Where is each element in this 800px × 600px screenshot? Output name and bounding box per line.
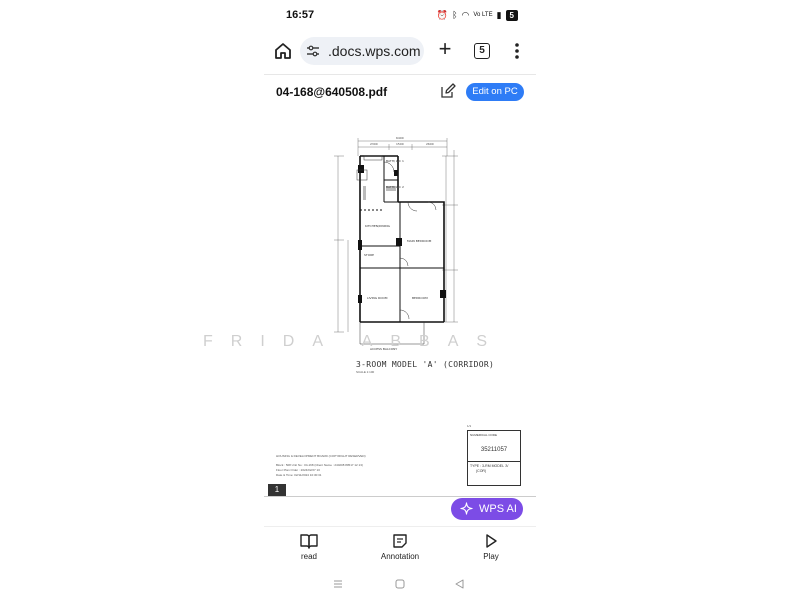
status-bar: 16:57 ⏰ ᛒ ◠ Vo LTE ▮ 5 — [264, 0, 536, 30]
dim-overall: 6400 — [396, 136, 404, 140]
book-icon — [300, 534, 318, 549]
title-block-label: NUMERICAL CODE — [470, 433, 498, 437]
network-type: Vo LTE — [473, 12, 493, 18]
read-label: read — [300, 552, 317, 561]
read-button[interactable]: read — [274, 533, 344, 561]
room-bedroom: BEDROOM — [412, 296, 428, 300]
footer-line: Date & Time: 02/11/2024 10:30:31 — [276, 473, 322, 477]
wifi-icon: ◠ — [461, 10, 470, 20]
back-icon[interactable] — [453, 577, 467, 591]
edit-on-pc-button[interactable]: Edit on PC — [466, 83, 524, 101]
annotation-label: Annotation — [380, 552, 420, 561]
document-header: 04-168@640508.pdf Edit on PC — [264, 74, 536, 109]
alarm-icon: ⏰ — [436, 10, 449, 20]
footer-metadata: HOUSING & DEVELOPMENT BOARD (COPYRIGHT R… — [276, 454, 446, 478]
room-kitchen: KITCHEN/DINING — [365, 224, 391, 228]
status-icons: ⏰ ᛒ ◠ Vo LTE ▮ 5 — [437, 9, 518, 21]
browser-toolbar: .docs.wps.com + 5 — [264, 34, 536, 68]
page-number-badge: 1 — [268, 484, 286, 496]
home-nav-icon[interactable] — [393, 577, 407, 591]
page-divider — [264, 496, 536, 497]
play-button[interactable]: Play — [456, 533, 526, 561]
title-block: NUMERICAL CODE 35211057 TYPE : 3-RM MODE… — [467, 430, 521, 486]
system-nav-bar — [264, 568, 536, 600]
wps-ai-label: WPS AI — [479, 503, 517, 515]
tab-switcher-button[interactable]: 5 — [474, 43, 490, 59]
floor-plan-caption: 3-ROOM MODEL 'A' (CORRIDOR) — [356, 360, 495, 369]
signal-icon: ▮ — [496, 10, 502, 20]
document-viewer[interactable]: 6400 2300 1500 2600 BATH/ WC 1 BATH/ WC … — [264, 110, 536, 526]
annotation-button[interactable]: Annotation — [365, 533, 435, 561]
room-store: STORE — [364, 253, 374, 257]
numerical-code: 35211057 — [480, 447, 508, 453]
site-settings-icon[interactable] — [306, 44, 320, 58]
phone-screen: 16:57 ⏰ ᛒ ◠ Vo LTE ▮ 5 .docs.wps.com + 5 — [264, 0, 536, 600]
document-title: 04-168@640508.pdf — [276, 85, 388, 99]
bluetooth-icon: ᛒ — [452, 10, 458, 20]
status-time: 16:57 — [286, 9, 315, 21]
url-text: .docs.wps.com — [328, 43, 421, 59]
edit-icon[interactable] — [440, 83, 456, 99]
address-bar[interactable]: .docs.wps.com — [300, 37, 424, 65]
play-icon — [486, 534, 497, 548]
play-label: Play — [483, 552, 499, 561]
title-block-top: 1/1 — [467, 424, 472, 428]
note-icon — [393, 534, 407, 548]
room-master-bedroom: MAIN BEDROOM — [407, 239, 432, 243]
dim-top-b: 1500 — [396, 142, 404, 146]
new-tab-button[interactable]: + — [434, 38, 456, 61]
battery-icon: 5 — [505, 9, 518, 21]
room-bath-1: BATH/ WC 1 — [386, 159, 404, 163]
home-icon[interactable] — [272, 40, 294, 62]
bottom-toolbar: read Annotation Play — [264, 526, 536, 567]
floor-plan-scale: SCALE 1:100 — [356, 370, 375, 374]
type-line: (COR) — [476, 469, 487, 473]
dim-top-c: 2600 — [426, 142, 434, 146]
room-bath-2: BATH/ WC 2 — [386, 185, 404, 189]
sparkle-icon — [460, 502, 473, 515]
room-living: LIVING ROOM — [367, 296, 388, 300]
recents-icon[interactable] — [331, 577, 345, 591]
menu-icon[interactable] — [510, 40, 524, 62]
dim-top-a: 2300 — [370, 142, 378, 146]
wps-ai-button[interactable]: WPS AI — [451, 498, 523, 520]
title-block-divider — [468, 461, 520, 462]
floor-plan-drawing: 6400 2300 1500 2600 BATH/ WC 1 BATH/ WC … — [334, 136, 458, 351]
title-block-type: TYPE : 3-RM MODEL 'A' (COR) — [470, 464, 509, 474]
watermark-text: FRIDA ABBAS — [203, 333, 506, 350]
